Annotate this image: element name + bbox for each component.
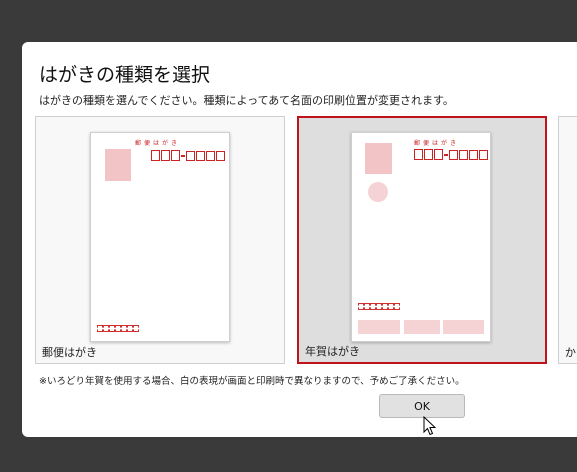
postcard-header-text: 郵便はがき: [414, 140, 460, 147]
color-note: ※いろどり年賀を使用する場合、白の表現が画面と印刷時で異なりますので、予めご了承…: [39, 376, 465, 387]
sender-postal-code-boxes: [97, 325, 139, 332]
lottery-number-mark: [368, 182, 388, 202]
card-third-postcard[interactable]: か: [558, 116, 577, 364]
stamp-area: [105, 149, 131, 181]
card-postal-postcard[interactable]: 郵便はがき 郵便はがき: [35, 116, 285, 364]
mouse-pointer-icon: [423, 416, 437, 436]
postcard-preview: 郵便はがき: [90, 132, 230, 342]
card-label: 年賀はがき: [305, 345, 360, 358]
sender-postal-code-boxes: [358, 303, 400, 310]
ok-button[interactable]: OK: [379, 394, 465, 418]
dialog-subtitle: はがきの種類を選んでください。種類によってあて名面の印刷位置が変更されます。: [39, 94, 454, 107]
dialog-title: はがきの種類を選択: [39, 64, 211, 86]
select-postcard-type-dialog: はがきの種類を選択 はがきの種類を選んでください。種類によってあて名面の印刷位置…: [22, 42, 577, 437]
card-new-year-postcard[interactable]: 郵便はがき 年賀はがき: [297, 116, 547, 364]
postal-code-boxes: [414, 149, 489, 160]
lottery-box-3: [443, 320, 484, 334]
lottery-box-2: [404, 320, 440, 334]
card-label: 郵便はがき: [42, 346, 97, 359]
stamp-area: [365, 143, 392, 174]
lottery-box-1: [358, 320, 400, 334]
card-label: か: [565, 346, 576, 359]
postal-code-boxes: [151, 150, 226, 161]
postcard-preview: 郵便はがき: [351, 132, 491, 342]
postcard-header-text: 郵便はがき: [135, 140, 181, 147]
